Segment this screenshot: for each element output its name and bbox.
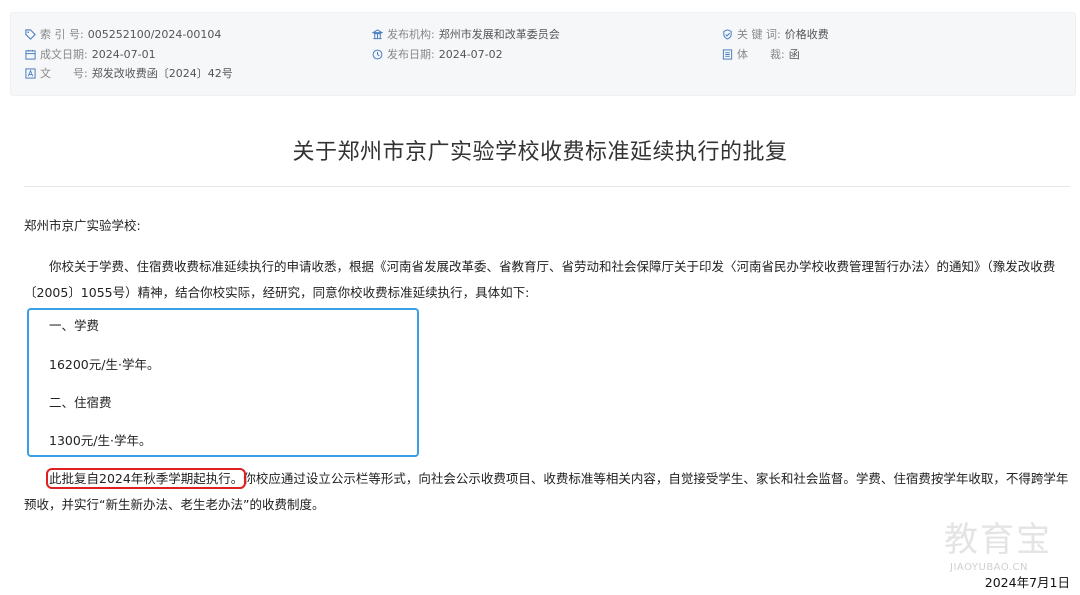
meta-org: 发布机构: 郑州市发展和改革委员会 <box>372 27 560 42</box>
effective-date-highlight: 此批复自2024年秋季学期起执行。 <box>45 468 247 489</box>
watermark: 教育宝 JIAOYUBAO.CN <box>944 520 1064 573</box>
document-title: 关于郑州市京广实验学校收费标准延续执行的批复 <box>292 140 788 165</box>
fee-item-dorm-heading: 二、住宿费 <box>49 395 112 410</box>
calendar-icon <box>25 49 36 60</box>
fee-item-tuition-heading: 一、学费 <box>49 318 100 333</box>
meta-doc-number: 文 号: 郑发改收费函〔2024〕42号 <box>25 66 233 81</box>
fee-item-dorm-value: 1300元/生·学年。 <box>49 433 152 448</box>
meta-index: 索 引 号: 005252100/2024-00104 <box>25 27 221 42</box>
clock-icon <box>372 49 383 60</box>
title-divider <box>24 186 1070 187</box>
meta-genre: 体 裁: 函 <box>722 47 800 62</box>
salutation: 郑州市京广实验学校: <box>24 218 141 233</box>
watermark-logo: 教育宝 <box>944 520 1052 560</box>
body-paragraph-1: 你校关于学费、住宿费收费标准延续执行的申请收悉，根据《河南省发展改革委、省教育厅… <box>24 259 1056 300</box>
text-icon <box>25 68 36 79</box>
signature-date: 2024年7月1日 <box>984 575 1070 590</box>
meta-pub-date: 发布日期: 2024-07-02 <box>372 47 503 62</box>
check-shield-icon <box>722 29 733 40</box>
tag-icon <box>25 29 36 40</box>
list-icon <box>722 49 733 60</box>
meta-keyword: 关 键 词: 价格收费 <box>722 27 829 42</box>
body-paragraph-2: 此批复自2024年秋季学期起执行。你校应通过设立公示栏等形式，向社会公示收费项目… <box>24 466 1070 518</box>
bank-icon <box>372 29 383 40</box>
fee-item-tuition-value: 16200元/生·学年。 <box>49 357 160 372</box>
meta-made-date: 成文日期: 2024-07-01 <box>25 47 156 62</box>
document-metadata-panel: 索 引 号: 005252100/2024-00104 发布机构: 郑州市发展和… <box>10 12 1076 96</box>
